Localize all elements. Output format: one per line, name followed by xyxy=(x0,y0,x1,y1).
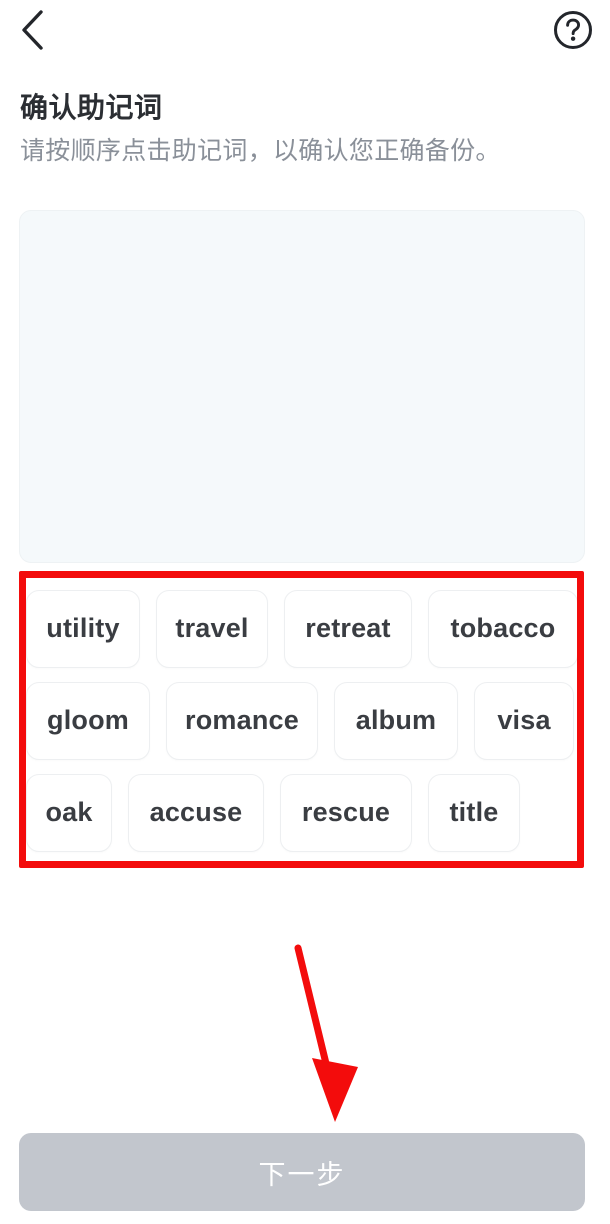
word-chip[interactable]: retreat xyxy=(284,589,412,668)
word-chip[interactable]: accuse xyxy=(128,773,264,852)
word-chip[interactable]: utility xyxy=(26,589,140,668)
annotation-arrow-icon xyxy=(294,944,358,1122)
chevron-left-icon xyxy=(19,9,45,51)
help-button[interactable] xyxy=(548,5,598,55)
word-chip[interactable]: oak xyxy=(26,773,112,852)
word-chip[interactable]: gloom xyxy=(26,681,150,760)
word-bank: utility travel retreat tobacco gloom rom… xyxy=(26,578,578,861)
word-chip[interactable]: rescue xyxy=(280,773,412,852)
word-bank-row: oak accuse rescue title xyxy=(26,773,578,852)
confirm-mnemonic-screen: 确认助记词 请按顺序点击助记词，以确认您正确备份。 utility travel… xyxy=(0,0,610,1224)
word-chip[interactable]: visa xyxy=(474,681,574,760)
word-chip[interactable]: tobacco xyxy=(428,589,578,668)
navbar xyxy=(0,0,610,62)
word-chip[interactable]: album xyxy=(334,681,458,760)
question-circle-icon xyxy=(552,9,594,51)
word-chip[interactable]: romance xyxy=(166,681,318,760)
next-button[interactable]: 下一步 xyxy=(19,1133,585,1211)
selected-words-list xyxy=(20,211,584,562)
page-title: 确认助记词 xyxy=(20,92,163,123)
selected-words-panel[interactable] xyxy=(19,210,585,563)
page-subtitle: 请按顺序点击助记词，以确认您正确备份。 xyxy=(20,137,501,165)
back-button[interactable] xyxy=(6,4,58,56)
word-chip[interactable]: travel xyxy=(156,589,268,668)
word-bank-row: utility travel retreat tobacco xyxy=(26,589,578,668)
word-chip[interactable]: title xyxy=(428,773,520,852)
word-bank-row: gloom romance album visa xyxy=(26,681,578,760)
